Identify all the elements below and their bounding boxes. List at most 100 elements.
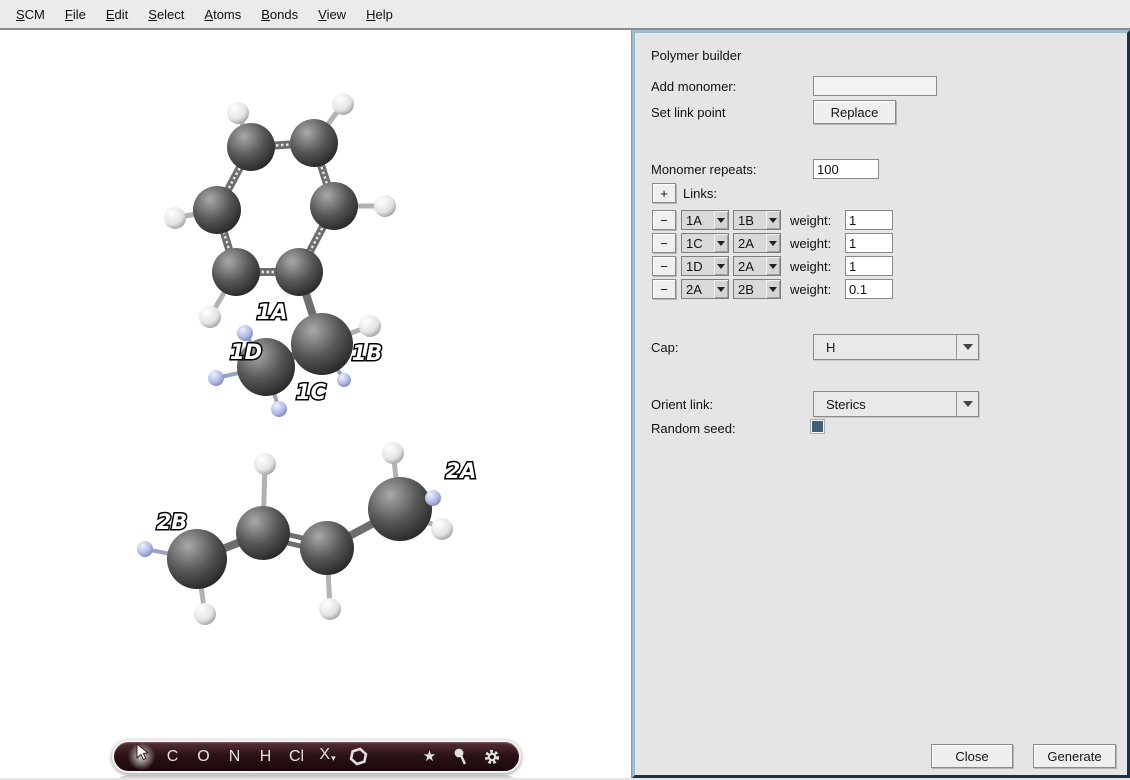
element-button-cl[interactable]: Cl	[281, 742, 312, 771]
link-from-select[interactable]: 1D	[681, 256, 729, 276]
link-to-select[interactable]: 2B	[733, 279, 781, 299]
remove-link-button[interactable]: −	[652, 256, 676, 276]
menu-bar: SCM File Edit Select Atoms Bonds View He…	[0, 0, 1130, 30]
polymer-builder-panel: Polymer builder Add monomer: Set link po…	[632, 30, 1130, 778]
menu-scm[interactable]: SCM	[6, 2, 55, 27]
weight-label: weight:	[790, 236, 831, 251]
link-to-select[interactable]: 2A	[733, 256, 781, 276]
element-button-c[interactable]: C	[157, 742, 188, 771]
link-label-1A: 1A	[257, 300, 288, 324]
link-to-value: 2A	[734, 236, 766, 251]
menu-file[interactable]: File	[55, 2, 96, 27]
weight-input[interactable]	[845, 256, 893, 276]
carbon-atom	[310, 182, 358, 230]
ring-tool-icon[interactable]	[343, 742, 374, 771]
link-from-value: 1C	[682, 236, 714, 251]
menu-select[interactable]: Select	[138, 2, 194, 27]
pin-tool-icon[interactable]	[445, 742, 476, 771]
add-link-button[interactable]: +	[652, 183, 676, 203]
generate-button[interactable]: Generate	[1033, 744, 1116, 768]
menu-help[interactable]: Help	[356, 2, 403, 27]
link-hydrogen-atom	[271, 401, 287, 417]
link-hydrogen-atom	[425, 490, 441, 506]
chevron-down-icon[interactable]	[766, 211, 780, 229]
orient-link-select[interactable]: Sterics	[813, 391, 979, 417]
weight-input[interactable]	[845, 279, 893, 299]
chevron-down-icon[interactable]	[766, 280, 780, 298]
monomer-repeats-label: Monomer repeats:	[651, 162, 757, 177]
hydrogen-atom	[319, 598, 341, 620]
carbon-atom	[275, 248, 323, 296]
link-from-select[interactable]: 1A	[681, 210, 729, 230]
weight-label: weight:	[790, 213, 831, 228]
link-hydrogen-atom	[208, 370, 224, 386]
link-label-1C: 1C	[296, 380, 327, 404]
molecule-scene[interactable]: 1A 1D 1B 1C	[0, 30, 632, 778]
hydrogen-atom	[359, 315, 381, 337]
carbon-atom	[236, 506, 290, 560]
chevron-down-icon[interactable]	[714, 280, 728, 298]
cap-select[interactable]: H	[813, 334, 979, 360]
link-from-select[interactable]: 1C	[681, 233, 729, 253]
structures-star-icon[interactable]: ★	[414, 742, 445, 771]
carbon-atom	[300, 521, 354, 575]
link-label-1D: 1D	[230, 340, 262, 364]
hydrogen-atom	[194, 603, 216, 625]
weight-label: weight:	[790, 259, 831, 274]
link-to-value: 2B	[734, 282, 766, 297]
link-from-value: 1D	[682, 259, 714, 274]
link-row: − 2A 2B weight:	[635, 279, 1127, 300]
chevron-down-icon[interactable]	[714, 257, 728, 275]
cap-value: H	[814, 340, 956, 355]
molecule-1[interactable]: 1A 1D 1B 1C	[164, 93, 396, 417]
hydrogen-atom	[199, 306, 221, 328]
weight-input[interactable]	[845, 210, 893, 230]
element-button-o[interactable]: O	[188, 742, 219, 771]
hydrogen-atom	[227, 102, 249, 124]
pointer-tool-icon[interactable]	[126, 742, 157, 771]
weight-input[interactable]	[845, 233, 893, 253]
orient-link-value: Sterics	[814, 397, 956, 412]
chevron-down-icon[interactable]	[956, 335, 978, 359]
remove-link-button[interactable]: −	[652, 210, 676, 230]
link-to-value: 1B	[734, 213, 766, 228]
link-to-select[interactable]: 1B	[733, 210, 781, 230]
hydrogen-atom	[332, 93, 354, 115]
element-picker-button[interactable]: X▾	[312, 740, 343, 773]
link-to-select[interactable]: 2A	[733, 233, 781, 253]
monomer-repeats-input[interactable]	[813, 159, 879, 179]
chevron-down-icon[interactable]	[766, 257, 780, 275]
carbon-atom	[291, 313, 353, 375]
gear-icon[interactable]	[476, 742, 507, 771]
hydrogen-atom	[431, 518, 453, 540]
chevron-down-icon[interactable]	[956, 392, 978, 416]
cap-label: Cap:	[651, 340, 678, 355]
set-link-point-label: Set link point	[651, 105, 725, 120]
link-label-1B: 1B	[352, 341, 383, 365]
carbon-atom	[167, 529, 227, 589]
remove-link-button[interactable]: −	[652, 279, 676, 299]
link-hydrogen-atom	[137, 541, 153, 557]
remove-link-button[interactable]: −	[652, 233, 676, 253]
panel-title: Polymer builder	[651, 48, 741, 63]
link-hydrogen-atom	[337, 373, 351, 387]
chevron-down-icon[interactable]	[714, 234, 728, 252]
chevron-down-icon[interactable]	[766, 234, 780, 252]
menu-atoms[interactable]: Atoms	[194, 2, 251, 27]
carbon-atom	[193, 186, 241, 234]
close-button[interactable]: Close	[931, 744, 1013, 768]
element-button-h[interactable]: H	[250, 742, 281, 771]
menu-edit[interactable]: Edit	[96, 2, 138, 27]
link-label-2A: 2A	[446, 459, 477, 483]
replace-button[interactable]: Replace	[813, 100, 896, 124]
add-monomer-input[interactable]	[813, 76, 937, 96]
menu-view[interactable]: View	[308, 2, 356, 27]
molecule-viewport[interactable]: 1A 1D 1B 1C	[0, 30, 632, 778]
link-from-select[interactable]: 2A	[681, 279, 729, 299]
element-button-n[interactable]: N	[219, 742, 250, 771]
chevron-down-icon[interactable]	[714, 211, 728, 229]
link-from-value: 2A	[682, 282, 714, 297]
random-seed-checkbox[interactable]	[811, 420, 824, 433]
molecule-2[interactable]: 2A 2B	[137, 442, 476, 625]
menu-bonds[interactable]: Bonds	[251, 2, 308, 27]
